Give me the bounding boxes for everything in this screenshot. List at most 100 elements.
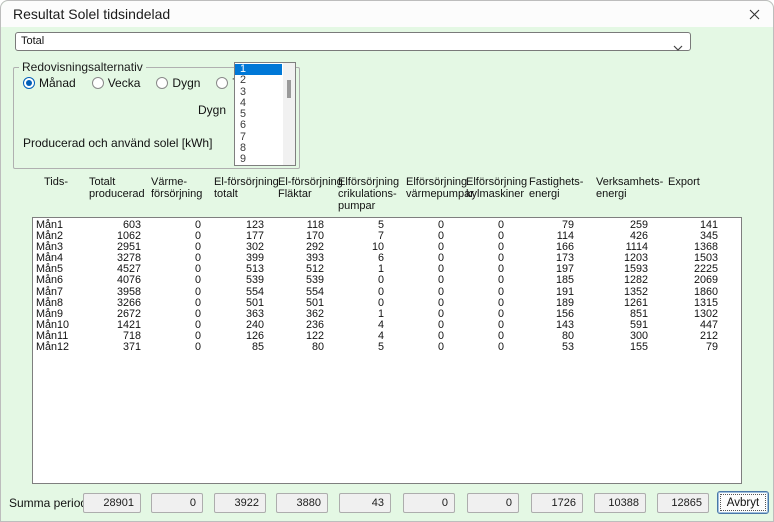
table-cell: 155 (574, 342, 648, 353)
table-cell: 0 (444, 287, 504, 298)
listbox-scrollbar[interactable] (283, 63, 295, 165)
table-cell: 554 (264, 287, 324, 298)
table-cell: 0 (141, 298, 201, 309)
table-cell: 0 (141, 253, 201, 264)
row-month-cell: Mån6 (33, 275, 61, 286)
table-cell: 4 (324, 320, 384, 331)
radio-option-vecka[interactable]: Vecka (92, 76, 141, 90)
column-header: Elförsörjning crikulations- pumpar (338, 176, 399, 212)
radio-option-månad[interactable]: Månad (23, 76, 76, 90)
table-rows: Mån1603012311850079259141Mån210620177170… (33, 220, 741, 353)
table-cell: 5 (324, 220, 384, 231)
summary-value-box: 0 (467, 493, 519, 513)
table-cell: 0 (141, 231, 201, 242)
column-header: Tids- (44, 176, 68, 188)
table-cell: 1352 (574, 287, 648, 298)
summary-label: Summa period (9, 496, 87, 510)
radio-circle-icon (216, 77, 228, 89)
cancel-button[interactable]: Avbryt (717, 491, 769, 514)
chevron-down-icon (673, 38, 683, 56)
table-cell: 80 (264, 342, 324, 353)
column-header: Elförsörjning kylmaskiner (466, 176, 527, 200)
table-cell: 0 (141, 342, 201, 353)
dygn-label: Dygn (198, 103, 224, 117)
table-cell: 1 (324, 264, 384, 275)
table-cell: 0 (141, 309, 201, 320)
results-table[interactable]: Mån1603012311850079259141Mån210620177170… (32, 217, 742, 484)
table-cell: 85 (201, 342, 264, 353)
table-cell: 0 (384, 264, 444, 275)
summary-value-box: 3880 (276, 493, 328, 513)
title-bar: Resultat Solel tidsindelad (1, 1, 773, 27)
result-type-select[interactable]: Total (15, 32, 691, 51)
column-header: Totalt producerad (89, 176, 145, 200)
radio-group: MånadVeckaDygnTimma (23, 76, 269, 90)
table-cell: 2069 (648, 275, 718, 286)
scrollbar-thumb[interactable] (287, 80, 291, 98)
dialog-title: Resultat Solel tidsindelad (13, 6, 170, 22)
table-cell: 53 (504, 342, 574, 353)
table-cell: 0 (384, 253, 444, 264)
radio-label: Vecka (108, 76, 141, 90)
list-item[interactable]: 9 (235, 154, 282, 165)
table-cell: 4 (324, 331, 384, 342)
column-header: Värme- försörjning (151, 176, 202, 200)
radio-option-dygn[interactable]: Dygn (156, 76, 200, 90)
row-month-cell: Mån7 (33, 287, 61, 298)
table-cell: 0 (324, 298, 384, 309)
table-cell: 1860 (648, 287, 718, 298)
table-cell: 0 (141, 242, 201, 253)
table-cell: 0 (444, 275, 504, 286)
table-cell: 0 (141, 275, 201, 286)
table-row[interactable]: Mån12371085805005315579 (33, 342, 741, 353)
dygn-list-items: 12345678910 (235, 64, 282, 166)
row-month-prefix: Mån (36, 287, 57, 298)
table-cell: 371 (61, 342, 141, 353)
table-cell: 0 (444, 264, 504, 275)
table-cell: 10 (324, 242, 384, 253)
radio-circle-icon (156, 77, 168, 89)
column-header: Export (668, 176, 700, 188)
summary-value-box: 1726 (531, 493, 583, 513)
row-month-prefix: Mån (36, 342, 57, 353)
table-cell: 0 (141, 264, 201, 275)
table-cell: 0 (384, 309, 444, 320)
table-cell: 0 (384, 320, 444, 331)
table-cell: 79 (648, 342, 718, 353)
table-cell: 0 (384, 275, 444, 286)
table-cell: 0 (384, 342, 444, 353)
column-header: Fastighets- energi (529, 176, 583, 200)
column-header: Elförsörjning värmepumpar (406, 176, 474, 200)
list-item[interactable]: 2 (235, 75, 282, 86)
summary-value-box: 28901 (83, 493, 141, 513)
table-cell: 539 (264, 275, 324, 286)
table-cell: 0 (141, 220, 201, 231)
column-header: Verksamhets- energi (596, 176, 663, 200)
close-icon[interactable] (743, 4, 765, 24)
result-type-value: Total (21, 35, 44, 47)
table-cell: 1282 (574, 275, 648, 286)
radio-circle-icon (92, 77, 104, 89)
summary-value-box: 0 (403, 493, 455, 513)
table-cell: 0 (384, 298, 444, 309)
table-cell: 0 (444, 253, 504, 264)
row-month-prefix: Mån (36, 275, 57, 286)
table-cell: 5 (324, 342, 384, 353)
table-cell: 0 (141, 287, 201, 298)
table-row[interactable]: Mån73958055455400019113521860 (33, 287, 741, 298)
table-row[interactable]: Mån64076053953900018512822069 (33, 275, 741, 286)
table-cell: 0 (141, 331, 201, 342)
table-cell: 3958 (61, 287, 141, 298)
table-cell: 0 (444, 231, 504, 242)
summary-value-box: 43 (339, 493, 391, 513)
summary-value-box: 10388 (594, 493, 646, 513)
table-cell: 0 (444, 320, 504, 331)
table-cell: 539 (201, 275, 264, 286)
section-label: Producerad och använd solel [kWh] (23, 136, 212, 150)
table-cell: 0 (444, 309, 504, 320)
table-cell: 0 (384, 331, 444, 342)
table-cell: 0 (444, 342, 504, 353)
radio-circle-icon (23, 77, 35, 89)
dygn-listbox[interactable]: 12345678910 (234, 62, 296, 166)
group-label: Redovisningsalternativ (19, 60, 146, 74)
